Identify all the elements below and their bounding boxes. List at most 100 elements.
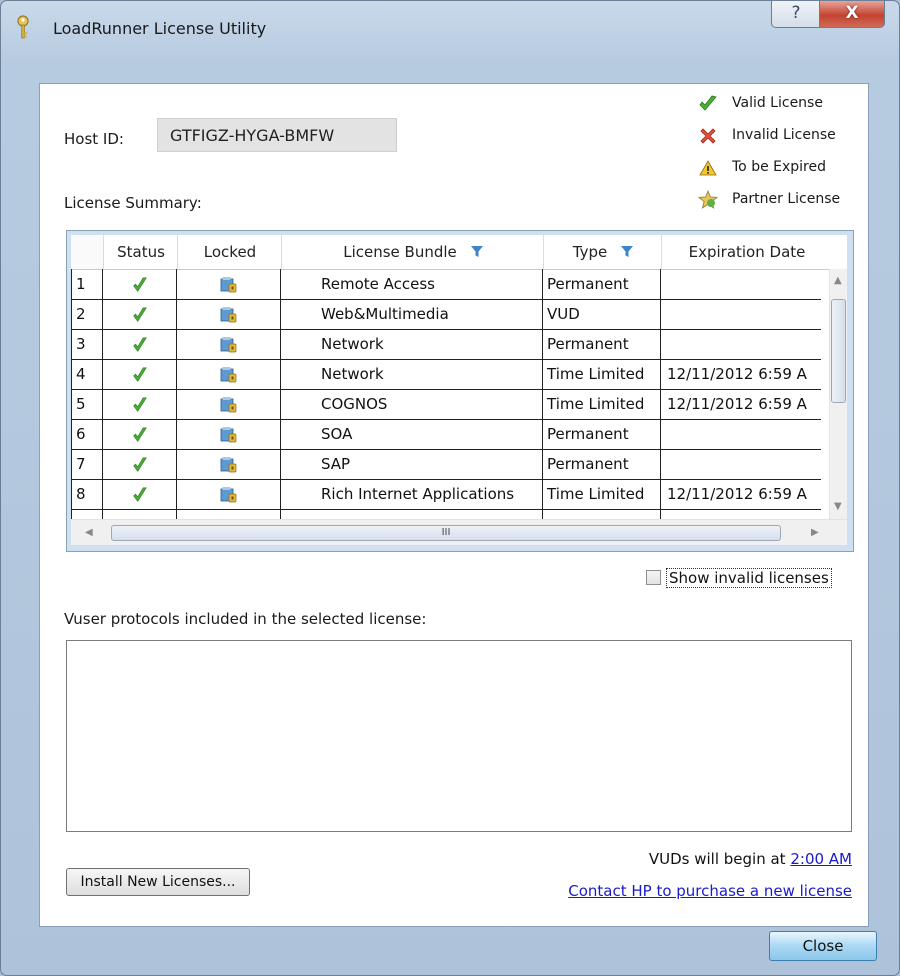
header-type-label: Type xyxy=(572,243,608,261)
header-expiration-date[interactable]: Expiration Date xyxy=(661,235,832,269)
check-icon xyxy=(132,456,147,472)
status-cell xyxy=(103,329,177,359)
protocols-list[interactable] xyxy=(66,640,852,832)
license-bundle-cell: COGNOS xyxy=(281,389,543,419)
scroll-up-icon[interactable]: ▲ xyxy=(834,275,842,286)
horizontal-scrollbar[interactable]: ◀ III ▶ xyxy=(71,519,847,545)
table-row[interactable]: 8 Rich Internet Applications Time Limited 1… xyxy=(71,479,831,510)
locked-cell xyxy=(177,449,281,479)
type-cell: Time Limited xyxy=(543,389,661,419)
show-invalid-label[interactable]: Show invalid licenses xyxy=(666,568,832,588)
type-cell: Permanent xyxy=(543,269,661,299)
window-title: LoadRunner License Utility xyxy=(53,19,267,38)
scroll-left-icon[interactable]: ◀ xyxy=(85,527,93,538)
locked-license-icon xyxy=(220,276,236,292)
header-type[interactable]: Type xyxy=(543,235,662,269)
header-license-bundle-label: License Bundle xyxy=(343,243,457,261)
status-cell xyxy=(103,449,177,479)
check-icon xyxy=(132,396,147,412)
header-row-number xyxy=(71,235,103,269)
expiration-date-cell xyxy=(661,329,831,359)
vertical-scroll-thumb[interactable] xyxy=(831,299,846,403)
install-new-licenses-button[interactable]: Install New Licenses... xyxy=(66,868,250,896)
header-locked[interactable]: Locked xyxy=(177,235,282,269)
show-invalid-checkbox[interactable] xyxy=(646,570,661,585)
expiration-date-cell: 12/11/2012 6:59 A xyxy=(661,359,831,389)
locked-license-icon xyxy=(220,456,236,472)
scroll-down-icon[interactable]: ▼ xyxy=(834,501,842,512)
table-row[interactable]: 2 Web&Multimedia VUD xyxy=(71,299,831,330)
locked-cell xyxy=(177,269,281,299)
status-cell xyxy=(103,299,177,329)
star-icon xyxy=(698,190,718,209)
window-close-button[interactable]: X xyxy=(819,1,885,28)
check-icon xyxy=(132,486,147,502)
legend-invalid-label: Invalid License xyxy=(732,127,836,143)
type-cell: Time Limited xyxy=(543,479,661,509)
header-status[interactable]: Status xyxy=(103,235,178,269)
close-icon: X xyxy=(845,3,859,23)
status-cell xyxy=(103,419,177,449)
row-number: 5 xyxy=(71,389,103,419)
expiration-date-cell xyxy=(661,449,831,479)
type-cell: Permanent xyxy=(543,419,661,449)
key-icon xyxy=(17,15,29,39)
license-table[interactable]: Status Locked License Bundle Type Expira… xyxy=(66,230,854,552)
vuds-time-link[interactable]: 2:00 AM xyxy=(790,850,852,868)
locked-cell xyxy=(177,359,281,389)
x-icon xyxy=(700,128,716,144)
table-row[interactable]: 5 COGNOS Time Limited 12/11/2012 6:59 A xyxy=(71,389,831,420)
expiration-date-cell: 12/11/2012 6:59 A xyxy=(661,479,831,509)
warning-icon xyxy=(699,160,717,176)
license-utility-window: LoadRunner License Utility ? X Host ID: … xyxy=(0,0,900,976)
status-cell xyxy=(103,479,177,509)
row-number: 7 xyxy=(71,449,103,479)
check-icon xyxy=(132,366,147,382)
type-cell: Permanent xyxy=(543,449,661,479)
row-number: 4 xyxy=(71,359,103,389)
filter-icon[interactable] xyxy=(470,246,483,258)
legend-partner-label: Partner License xyxy=(732,191,841,207)
locked-cell xyxy=(177,479,281,509)
table-row[interactable]: 6 SOA Permanent xyxy=(71,419,831,450)
table-row[interactable]: 1 Remote Access Permanent xyxy=(71,269,831,300)
check-icon xyxy=(132,336,147,352)
vertical-scrollbar[interactable]: ▲ ▼ xyxy=(829,269,847,519)
vuds-prefix: VUDs will begin at xyxy=(648,850,786,868)
locked-license-icon xyxy=(220,426,236,442)
help-button[interactable]: ? xyxy=(771,1,821,28)
locked-license-icon xyxy=(220,486,236,502)
row-number: 1 xyxy=(71,269,103,299)
locked-license-icon xyxy=(220,336,236,352)
type-cell: Permanent xyxy=(543,329,661,359)
contact-hp-link[interactable]: Contact HP to purchase a new license xyxy=(568,882,852,900)
table-row[interactable]: 3 Network Permanent xyxy=(71,329,831,360)
row-number: 8 xyxy=(71,479,103,509)
legend-valid-label: Valid License xyxy=(732,95,823,111)
table-row[interactable]: 7 SAP Permanent xyxy=(71,449,831,480)
locked-license-icon xyxy=(220,306,236,322)
header-license-bundle[interactable]: License Bundle xyxy=(281,235,544,269)
expiration-date-cell: 12/11/2012 6:59 A xyxy=(661,389,831,419)
type-cell: Time Limited xyxy=(543,359,661,389)
table-row[interactable]: 4 Network Time Limited 12/11/2012 6:59 A xyxy=(71,359,831,390)
filter-icon[interactable] xyxy=(621,246,634,258)
expiration-date-cell xyxy=(661,269,831,299)
type-cell: VUD xyxy=(543,299,661,329)
row-number: 6 xyxy=(71,419,103,449)
horizontal-scroll-thumb[interactable]: III xyxy=(111,525,781,541)
dialog-content: Host ID: GTFIGZ-HYGA-BMFW License Summar… xyxy=(39,83,869,927)
license-bundle-cell: Remote Access xyxy=(281,269,543,299)
help-icon: ? xyxy=(791,3,801,23)
scroll-right-icon[interactable]: ▶ xyxy=(811,527,819,538)
locked-cell xyxy=(177,419,281,449)
close-button[interactable]: Close xyxy=(769,931,877,961)
locked-cell xyxy=(177,389,281,419)
license-bundle-cell: Rich Internet Applications xyxy=(281,479,543,509)
title-bar[interactable]: LoadRunner License Utility ? X xyxy=(1,1,899,51)
expiration-date-cell xyxy=(661,299,831,329)
license-bundle-cell: SAP xyxy=(281,449,543,479)
locked-license-icon xyxy=(220,366,236,382)
host-id-field[interactable]: GTFIGZ-HYGA-BMFW xyxy=(157,118,397,152)
status-cell xyxy=(103,389,177,419)
